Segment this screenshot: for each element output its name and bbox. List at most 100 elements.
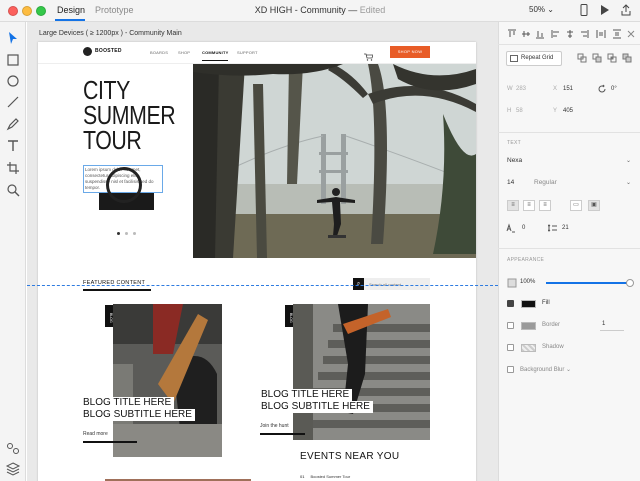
align-top-icon[interactable] — [507, 29, 517, 39]
zoom-level-dropdown[interactable]: 50% ⌄ — [529, 5, 554, 14]
width-value[interactable]: 283 — [516, 86, 526, 92]
auto-width-text-button[interactable]: ▭ — [570, 200, 582, 211]
shadow-color-swatch[interactable] — [521, 344, 536, 352]
fixed-size-text-button[interactable]: ▣ — [588, 200, 600, 211]
carousel-dot[interactable] — [117, 232, 120, 235]
xd-app-window: Design Prototype XD HIGH - Community — E… — [0, 0, 640, 481]
rotation-value[interactable]: 0° — [611, 86, 617, 92]
align-middle-icon[interactable] — [521, 29, 531, 39]
blog-title[interactable]: BLOG TITLE HERE — [258, 389, 353, 401]
height-label: H — [507, 108, 512, 114]
y-value[interactable]: 405 — [563, 108, 573, 114]
nav-link-shop[interactable]: SHOP — [178, 50, 190, 55]
events-heading[interactable]: EVENTS NEAR YOU — [300, 451, 399, 462]
text-tool-icon[interactable] — [5, 138, 21, 154]
hero-image[interactable] — [193, 64, 476, 258]
boolean-subtract-icon[interactable] — [592, 53, 602, 63]
artboard-tool-icon[interactable] — [5, 160, 21, 176]
symbols-panel-icon[interactable] — [5, 440, 21, 456]
play-preview-icon[interactable] — [599, 4, 611, 17]
rectangle-tool-icon[interactable] — [5, 52, 21, 68]
boolean-intersect-icon[interactable] — [607, 53, 617, 63]
character-spacing-value[interactable]: 0 — [522, 225, 525, 231]
text-align-center-button[interactable]: ≡ — [523, 200, 535, 211]
appearance-section-heading: APPEARANCE — [507, 257, 545, 263]
search-icon[interactable]: ⌕ — [353, 278, 364, 290]
background-blur-checkbox[interactable] — [507, 366, 514, 373]
blog-image-1[interactable] — [113, 304, 222, 457]
align-bottom-icon[interactable] — [535, 29, 545, 39]
blog-image-2[interactable] — [293, 304, 430, 440]
blog-subtitle[interactable]: BLOG SUBTITLE HERE — [258, 401, 373, 413]
line-spacing-value[interactable]: 21 — [562, 225, 569, 231]
align-right-icon[interactable] — [579, 29, 589, 39]
repeat-grid-icon — [510, 55, 518, 62]
background-blur-label: Background Blur — [520, 367, 565, 373]
zoom-value: 50% — [529, 5, 546, 14]
read-more-link[interactable]: Read more — [83, 431, 108, 437]
layers-panel-icon[interactable] — [5, 461, 21, 477]
font-size-value: 14 — [507, 179, 515, 186]
nav-link-boards[interactable]: BOARDS — [150, 50, 168, 55]
border-checkbox[interactable] — [507, 322, 514, 329]
distribute-vertical-icon[interactable] — [612, 29, 622, 39]
boolean-exclude-icon[interactable] — [622, 53, 632, 63]
more-align-icon[interactable] — [626, 29, 636, 39]
blog-title[interactable]: BLOG TITLE HERE — [80, 397, 175, 409]
nav-link-support[interactable]: SUPPORT — [237, 50, 258, 55]
border-width-field[interactable]: 1 — [600, 321, 624, 331]
hero-title[interactable]: CITY SUMMER TOUR — [83, 77, 176, 153]
share-icon[interactable] — [620, 4, 632, 17]
blog-subtitle[interactable]: BLOG SUBTITLE HERE — [80, 409, 195, 421]
character-spacing-icon — [506, 223, 516, 233]
shop-now-button[interactable]: SHOP NOW — [390, 46, 430, 58]
rotate-icon[interactable] — [597, 84, 607, 94]
device-preview-icon[interactable] — [578, 4, 590, 17]
active-tab-indicator — [55, 19, 85, 21]
shadow-label: Shadow — [542, 344, 564, 350]
pen-tool-icon[interactable] — [5, 116, 21, 132]
opacity-value[interactable]: 100% — [520, 279, 535, 285]
zoom-tool-icon[interactable] — [5, 182, 21, 198]
font-family-dropdown[interactable]: Nexa ⌄ — [507, 157, 631, 164]
artboard[interactable]: BOOSTED BOARDS SHOP COMMUNITY SUPPORT SH… — [38, 42, 476, 481]
font-size-field[interactable]: 14 — [507, 179, 523, 186]
text-align-left-button[interactable]: ≡ — [507, 200, 519, 211]
fill-checkbox[interactable] — [507, 300, 514, 307]
carousel-dot[interactable] — [125, 232, 128, 235]
link-underline — [260, 433, 305, 435]
event-list-item[interactable]: 01 Boosted Summer Tour — [300, 474, 350, 479]
distribute-horizontal-icon[interactable] — [596, 29, 606, 39]
background-blur-dropdown[interactable]: Background Blur ⌄ — [520, 366, 571, 373]
fill-color-swatch[interactable] — [521, 300, 536, 308]
carousel-dot[interactable] — [133, 232, 136, 235]
height-value[interactable]: 58 — [516, 108, 523, 114]
boolean-add-icon[interactable] — [577, 53, 587, 63]
ellipse-tool-icon[interactable] — [5, 73, 21, 89]
fill-label: Fill — [542, 300, 550, 306]
line-tool-icon[interactable] — [5, 94, 21, 110]
edited-status: Edited — [359, 5, 386, 15]
font-weight-dropdown[interactable]: Regular ⌄ — [534, 179, 631, 186]
align-center-icon[interactable] — [565, 29, 575, 39]
link-underline — [83, 441, 137, 443]
blog-tag: BLOG — [105, 305, 113, 327]
opacity-slider-handle[interactable] — [626, 279, 634, 287]
join-the-hunt-link[interactable]: Join the hunt — [260, 423, 289, 429]
cart-icon[interactable] — [364, 48, 374, 61]
layout-guide-line[interactable] — [27, 285, 498, 286]
x-value[interactable]: 151 — [563, 86, 573, 92]
nav-link-community[interactable]: COMMUNITY — [202, 50, 228, 55]
text-align-right-button[interactable]: ≡ — [539, 200, 551, 211]
align-left-icon[interactable] — [551, 29, 561, 39]
event-number: 01 — [300, 474, 305, 479]
shadow-checkbox[interactable] — [507, 344, 514, 351]
select-tool-icon[interactable] — [5, 30, 21, 46]
repeat-grid-button[interactable]: Repeat Grid — [506, 51, 562, 66]
panel-divider — [498, 248, 640, 249]
site-logo[interactable]: BOOSTED — [95, 48, 122, 54]
artboard-label[interactable]: Large Devices ( ≥ 1200px ) - Community M… — [39, 30, 182, 37]
chevron-down-icon: ⌄ — [625, 158, 631, 164]
border-color-swatch[interactable] — [521, 322, 536, 330]
design-canvas[interactable]: Large Devices ( ≥ 1200px ) - Community M… — [27, 22, 498, 481]
